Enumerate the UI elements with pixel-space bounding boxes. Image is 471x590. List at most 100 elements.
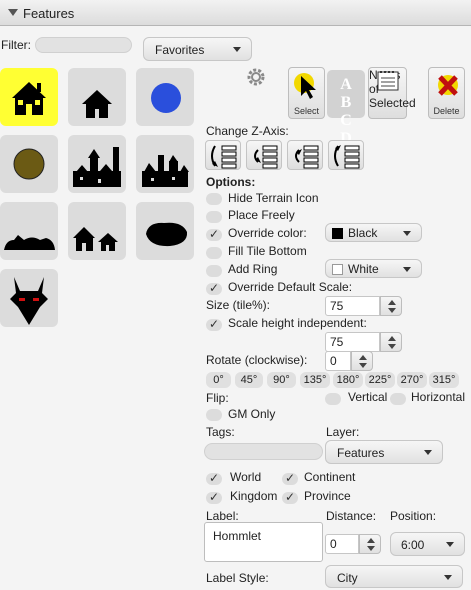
rotate-315-button[interactable]: 315° — [429, 372, 459, 388]
text-abcd-button[interactable]: A B C D — [327, 70, 365, 147]
height-input[interactable]: 75 — [325, 332, 380, 352]
notepad-icon — [377, 71, 399, 91]
color-dropdown-value: Black — [348, 226, 378, 240]
rotate-270-button[interactable]: 270° — [397, 372, 427, 388]
gear-icon[interactable] — [245, 66, 267, 88]
kingdom-label: Kingdom — [230, 489, 278, 503]
height-spinner[interactable] — [380, 332, 402, 352]
chevron-down-icon — [233, 47, 241, 52]
checkmark-icon: ✓ — [209, 490, 220, 504]
scale-height-label: Scale height independent: — [228, 316, 367, 330]
chevron-down-icon — [424, 450, 432, 455]
checkmark-icon: ✓ — [209, 281, 220, 295]
z-to-back-icon — [211, 145, 237, 169]
position-dropdown-value: 6:00 — [401, 538, 425, 552]
province-checkbox[interactable]: ✓ — [282, 490, 298, 504]
panel-title: Features — [23, 6, 75, 21]
rotate-0-button[interactable]: 0° — [206, 372, 231, 388]
distance-spinner[interactable] — [359, 534, 381, 554]
icon-tile-small-house[interactable] — [68, 68, 126, 126]
label-textarea[interactable]: Hommlet — [204, 522, 323, 562]
notes-of-selected-button[interactable]: Notes of Selected — [368, 67, 416, 119]
gm-only-checkbox[interactable] — [206, 409, 222, 421]
chevron-down-icon — [388, 308, 396, 313]
icon-tile-black-blob[interactable] — [136, 202, 194, 260]
scale-height-checkbox[interactable]: ✓ — [206, 317, 222, 331]
override-color-checkbox[interactable]: ✓ — [206, 227, 222, 241]
z-forward-button[interactable] — [287, 140, 323, 170]
features-panel-header[interactable]: Features — [0, 0, 471, 26]
rotate-180-button[interactable]: 180° — [333, 372, 363, 388]
kingdom-checkbox[interactable]: ✓ — [206, 490, 222, 504]
continent-label: Continent — [304, 470, 356, 484]
flip-horizontal-checkbox[interactable] — [390, 393, 406, 405]
rotate-input[interactable]: 0 — [325, 351, 351, 371]
chevron-up-icon — [367, 538, 375, 543]
layer-dropdown[interactable]: Features — [325, 440, 443, 464]
flip-label: Flip: — [206, 391, 229, 405]
icon-tile-hill-village[interactable] — [0, 202, 58, 260]
horned-demon-icon — [10, 277, 48, 325]
place-freely-checkbox[interactable] — [206, 211, 222, 223]
size-label: Size (tile%): — [206, 298, 271, 312]
gm-only-label: GM Only — [228, 407, 276, 421]
abcd-icon: A B C D — [340, 76, 352, 147]
select-button[interactable]: Select — [288, 67, 325, 119]
z-to-front-button[interactable] — [328, 140, 364, 170]
delete-x-icon — [438, 75, 458, 96]
position-label: Position: — [390, 509, 437, 523]
icon-tile-ruined-town[interactable] — [136, 135, 194, 193]
z-backward-button[interactable] — [246, 140, 282, 170]
override-color-label: Override color: — [228, 226, 307, 240]
label-style-value: City — [337, 571, 358, 585]
icon-tile-cottages[interactable] — [68, 202, 126, 260]
rotate-45-button[interactable]: 45° — [235, 372, 263, 388]
rotate-135-button[interactable]: 135° — [300, 372, 330, 388]
world-checkbox[interactable]: ✓ — [206, 471, 222, 485]
rotate-90-button[interactable]: 90° — [267, 372, 296, 388]
cottages-icon — [73, 227, 118, 251]
chevron-down-icon — [403, 266, 411, 272]
rotate-225-button[interactable]: 225° — [365, 372, 395, 388]
collapse-arrow-icon[interactable] — [8, 9, 18, 16]
chevron-down-icon — [367, 546, 375, 551]
ruined-town-icon — [142, 155, 189, 187]
favorites-dropdown-value: Favorites — [155, 43, 205, 57]
icon-tile-blue-circle[interactable] — [136, 68, 194, 126]
checkmark-icon: ✓ — [209, 317, 220, 331]
fill-tile-bottom-checkbox[interactable] — [206, 247, 222, 259]
size-spinner[interactable] — [380, 296, 402, 316]
size-input[interactable]: 75 — [325, 296, 380, 316]
hide-terrain-checkbox[interactable] — [206, 193, 222, 205]
icon-tile-house[interactable] — [0, 68, 58, 126]
icon-tile-olive-circle[interactable] — [0, 135, 58, 193]
filter-label: Filter: — [1, 38, 31, 52]
color-dropdown[interactable]: Black — [325, 223, 422, 242]
z-to-back-button[interactable] — [205, 140, 241, 170]
flip-vertical-label: Vertical — [348, 390, 388, 404]
ring-color-dropdown[interactable]: White — [325, 259, 422, 278]
override-scale-checkbox[interactable]: ✓ — [206, 281, 222, 295]
icon-tile-horned-demon[interactable] — [0, 269, 58, 327]
tags-input[interactable] — [204, 443, 323, 460]
checkmark-icon: ✓ — [209, 227, 220, 241]
icon-tile-town[interactable] — [68, 135, 126, 193]
blue-circle-icon — [151, 83, 181, 113]
checkmark-icon: ✓ — [209, 471, 220, 485]
olive-circle-icon — [13, 148, 45, 180]
chevron-down-icon — [359, 363, 367, 368]
z-forward-icon — [295, 145, 319, 169]
filter-input[interactable] — [35, 37, 132, 53]
distance-input[interactable]: 0 — [325, 534, 359, 554]
flip-vertical-checkbox[interactable] — [325, 393, 341, 405]
checkmark-icon: ✓ — [285, 471, 296, 485]
favorites-dropdown[interactable]: Favorites — [143, 37, 252, 61]
add-ring-checkbox[interactable] — [206, 265, 222, 277]
zaxis-label: Change Z-Axis: — [206, 124, 289, 138]
rotate-spinner[interactable] — [351, 351, 373, 371]
world-label: World — [230, 470, 262, 484]
label-style-dropdown[interactable]: City — [325, 565, 463, 588]
delete-button[interactable]: Delete — [428, 67, 465, 119]
continent-checkbox[interactable]: ✓ — [282, 471, 298, 485]
position-dropdown[interactable]: 6:00 — [390, 532, 465, 556]
